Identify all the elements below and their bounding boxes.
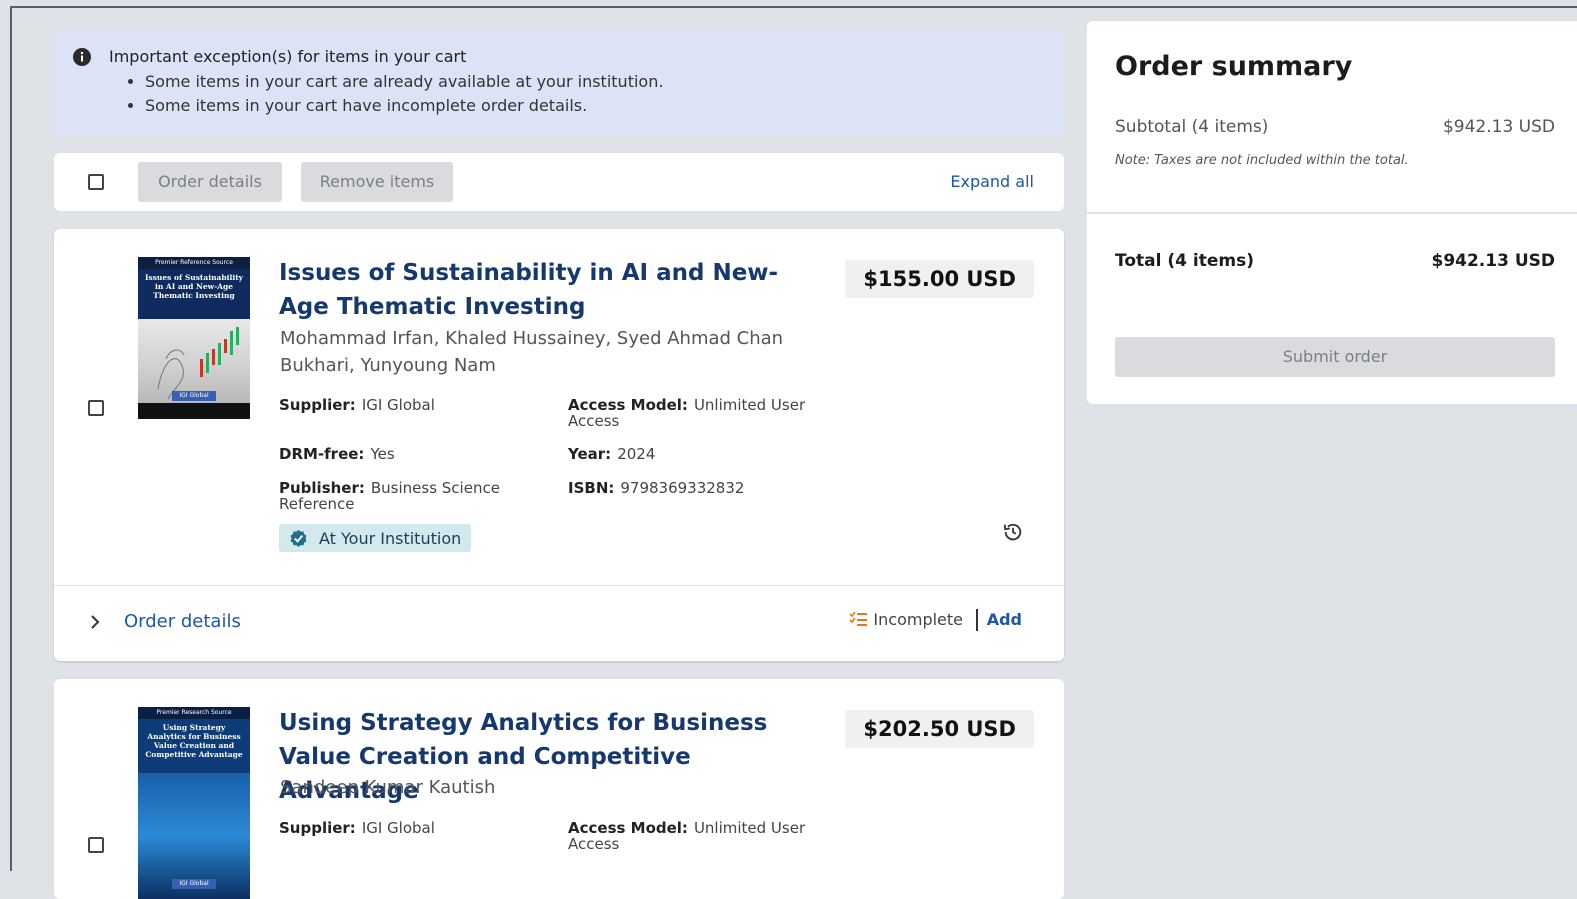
supplier-label: Supplier: [279, 396, 356, 414]
publisher-field: Publisher: Business Science Reference [279, 480, 529, 512]
select-all-checkbox[interactable] [88, 174, 104, 190]
isbn-field: ISBN: 9798369332832 [568, 480, 744, 496]
item-price: $202.50 USD [845, 710, 1034, 748]
order-details-row: Order details Incomplete Add [54, 585, 1064, 661]
order-summary-panel: Order summary Subtotal (4 items) $942.13… [1087, 21, 1577, 404]
item-title-link[interactable]: Issues of Sustainability in AI and New-A… [279, 256, 809, 324]
chevron-right-icon[interactable] [88, 613, 102, 631]
cover-footer [138, 403, 250, 419]
publisher-logo: IGI Global [172, 879, 216, 889]
drm-label: DRM-free: [279, 445, 365, 463]
checklist-icon [849, 611, 867, 626]
badge-label: At Your Institution [319, 529, 462, 548]
year-field: Year: 2024 [568, 446, 655, 462]
cover-title: Issues of Sustainability in AI and New-A… [144, 273, 244, 300]
supplier-label: Supplier: [279, 819, 356, 837]
info-icon [73, 48, 91, 66]
item-price: $155.00 USD [845, 260, 1034, 298]
status-incomplete: Incomplete [873, 610, 963, 629]
alert-message: Some items in your cart are already avai… [145, 70, 1044, 94]
summary-divider [1087, 212, 1577, 214]
book-cover[interactable]: Premier Research Source Using Strategy A… [138, 707, 250, 899]
cart-item-card: Premier Research Source Using Strategy A… [54, 679, 1064, 899]
remove-items-button[interactable]: Remove items [301, 162, 453, 202]
cart-column: Important exception(s) for items in your… [54, 27, 1064, 899]
verified-check-icon [290, 529, 307, 547]
drm-field: DRM-free: Yes [279, 446, 395, 462]
supplier-field: Supplier: IGI Global [279, 820, 435, 836]
isbn-value: 9798369332832 [620, 479, 745, 497]
cart-item-card: Premier Reference Source Issues of Susta… [54, 229, 1064, 661]
access-model-field: Access Model: Unlimited User Access [568, 820, 828, 852]
alert-title: Important exception(s) for items in your… [109, 47, 467, 66]
cart-toolbar: Order details Remove items Expand all [54, 153, 1064, 211]
book-cover[interactable]: Premier Reference Source Issues of Susta… [138, 257, 250, 419]
item-checkbox[interactable] [88, 837, 104, 853]
item-authors: Mohammad Irfan, Khaled Hussainey, Syed A… [280, 328, 784, 376]
cover-series: Premier Research Source [138, 707, 250, 719]
access-model-field: Access Model: Unlimited User Access [568, 397, 828, 429]
cover-series: Premier Reference Source [138, 257, 250, 269]
publisher-logo: IGI Global [172, 391, 216, 401]
drm-value: Yes [370, 445, 395, 463]
summary-title: Order summary [1115, 51, 1353, 82]
total-label: Total (4 items) [1115, 251, 1254, 271]
total-value: $942.13 USD [1431, 251, 1555, 271]
order-details-toggle[interactable]: Order details [124, 611, 241, 632]
add-order-details-link[interactable]: Add [987, 610, 1022, 629]
item-checkbox[interactable] [88, 400, 104, 416]
supplier-value: IGI Global [361, 396, 435, 414]
separator [976, 609, 978, 631]
history-icon[interactable] [1002, 521, 1024, 543]
year-label: Year: [568, 445, 612, 463]
submit-order-button[interactable]: Submit order [1115, 337, 1555, 377]
cover-title: Using Strategy Analytics for Business Va… [145, 723, 243, 759]
isbn-label: ISBN: [568, 479, 615, 497]
alert-message: Some items in your cart have incomplete … [145, 94, 1044, 118]
institution-badge: At Your Institution [279, 524, 472, 552]
alert-list: Some items in your cart are already avai… [127, 70, 1044, 118]
tax-note: Note: Taxes are not included within the … [1115, 153, 1409, 168]
supplier-field: Supplier: IGI Global [279, 397, 435, 413]
item-authors: Sandeep Kumar Kautish [280, 777, 496, 798]
order-details-button[interactable]: Order details [138, 162, 282, 202]
supplier-value: IGI Global [361, 819, 435, 837]
exceptions-alert: Important exception(s) for items in your… [54, 27, 1064, 135]
year-value: 2024 [617, 445, 656, 463]
expand-all-link[interactable]: Expand all [950, 172, 1034, 191]
subtotal-value: $942.13 USD [1442, 117, 1555, 137]
subtotal-label: Subtotal (4 items) [1115, 117, 1269, 137]
